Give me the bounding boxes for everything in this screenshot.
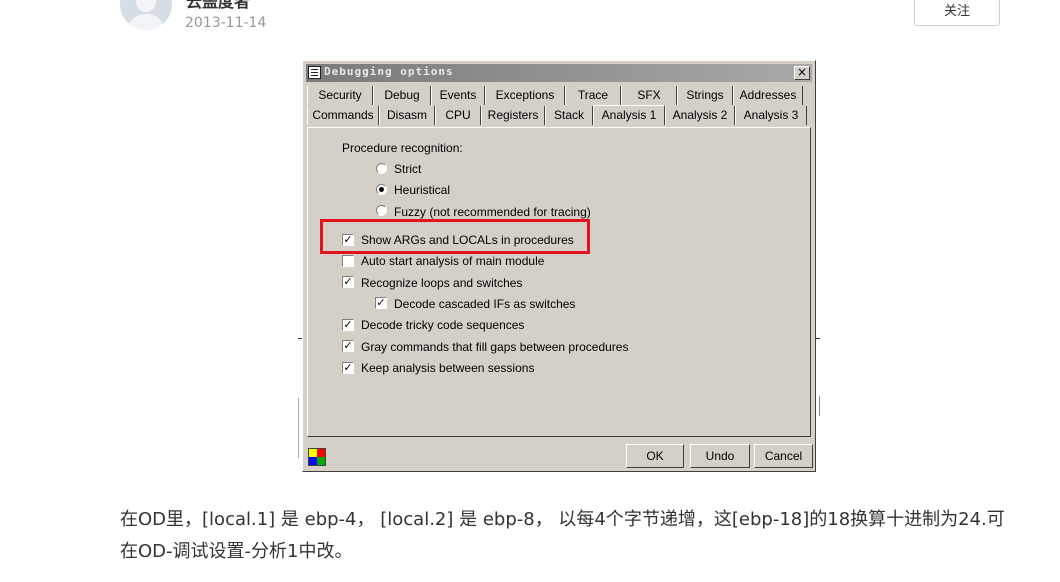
radio-strict-label[interactable]: Strict	[394, 162, 421, 176]
checkbox-decode-tricky[interactable]: ✓	[342, 319, 354, 331]
tab-commands[interactable]: Commands	[307, 106, 379, 125]
tab-disasm[interactable]: Disasm	[379, 106, 435, 125]
tab-analysis-2[interactable]: Analysis 2	[665, 106, 735, 125]
checkbox-gray-commands[interactable]: ✓	[342, 340, 354, 352]
procedure-recognition-label: Procedure recognition:	[342, 141, 463, 155]
radio-heuristical[interactable]	[376, 184, 387, 195]
checkbox-decode-tricky-label[interactable]: Decode tricky code sequences	[361, 318, 524, 332]
tab-security[interactable]: Security	[307, 86, 373, 105]
tab-registers[interactable]: Registers	[481, 106, 545, 125]
palette-icon[interactable]	[308, 448, 326, 466]
tab-exceptions[interactable]: Exceptions	[485, 86, 565, 105]
dialog-title: Debugging options	[324, 65, 454, 78]
tab-analysis-1[interactable]: Analysis 1	[593, 105, 665, 125]
red-highlight-box	[320, 219, 590, 254]
checkbox-gray-commands-label[interactable]: Gray commands that fill gaps between pro…	[361, 340, 628, 354]
post-date: 2013-11-14	[185, 15, 267, 31]
tab-cpu[interactable]: CPU	[435, 106, 481, 125]
tab-addresses[interactable]: Addresses	[733, 86, 803, 105]
checkbox-recognize-loops[interactable]: ✓	[342, 276, 354, 288]
tab-trace[interactable]: Trace	[565, 86, 621, 105]
tab-stack[interactable]: Stack	[545, 106, 593, 125]
tab-analysis-3[interactable]: Analysis 3	[735, 106, 807, 125]
author-name[interactable]: 云盖度者	[186, 0, 250, 12]
tab-debug[interactable]: Debug	[373, 86, 431, 105]
follow-button[interactable]: 关注	[914, 0, 1000, 26]
checkbox-keep-analysis-label[interactable]: Keep analysis between sessions	[361, 361, 534, 375]
tab-row-1: Security Debug Events Exceptions Trace S…	[307, 86, 803, 105]
radio-fuzzy-label[interactable]: Fuzzy (not recommended for tracing)	[394, 205, 591, 219]
checkbox-keep-analysis[interactable]: ✓	[342, 362, 354, 374]
avatar[interactable]	[120, 0, 172, 30]
cancel-button[interactable]: Cancel	[754, 444, 813, 468]
checkbox-recognize-loops-label[interactable]: Recognize loops and switches	[361, 276, 522, 290]
checkbox-decode-cascaded-ifs-label[interactable]: Decode cascaded IFs as switches	[394, 297, 575, 311]
ok-button[interactable]: OK	[626, 444, 684, 468]
checkbox-auto-start-analysis[interactable]	[342, 255, 354, 267]
tab-events[interactable]: Events	[431, 86, 485, 105]
tab-strings[interactable]: Strings	[677, 86, 733, 105]
checkbox-auto-start-analysis-label[interactable]: Auto start analysis of main module	[361, 254, 544, 268]
tab-sfx[interactable]: SFX	[621, 86, 677, 105]
radio-heuristical-label[interactable]: Heuristical	[394, 183, 450, 197]
checkbox-decode-cascaded-ifs[interactable]: ✓	[375, 297, 387, 309]
dialog-titlebar[interactable]: Debugging options ×	[306, 64, 812, 82]
undo-button[interactable]: Undo	[690, 444, 750, 468]
radio-fuzzy[interactable]	[376, 205, 387, 216]
close-button[interactable]: ×	[794, 66, 810, 80]
radio-strict[interactable]	[376, 163, 387, 174]
tab-row-2: Commands Disasm CPU Registers Stack Anal…	[307, 105, 807, 125]
app-menu-icon[interactable]	[308, 66, 321, 79]
article-paragraph: 在OD里，[local.1] 是 ebp-4， [local.2] 是 ebp-…	[120, 509, 1005, 562]
